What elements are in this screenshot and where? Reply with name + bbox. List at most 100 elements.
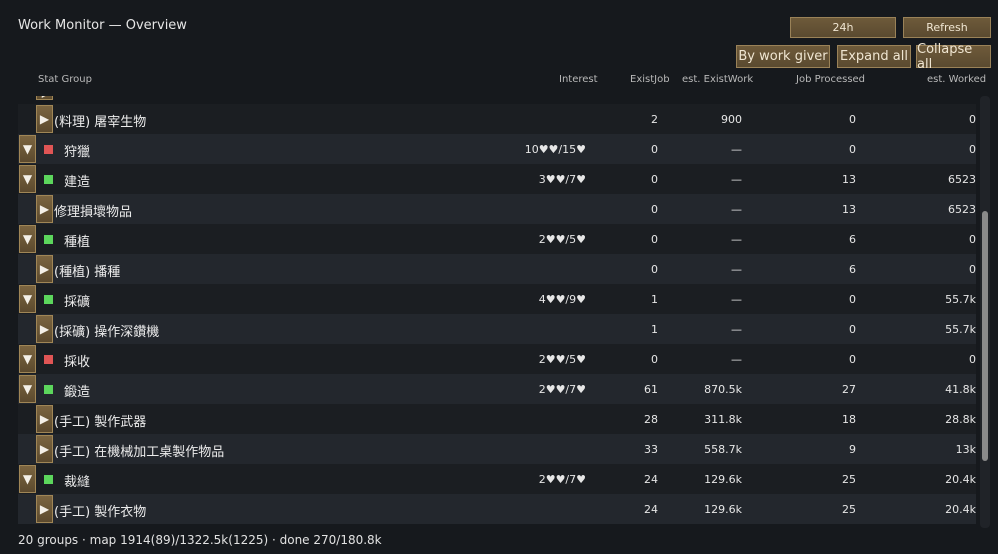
- group-row[interactable]: ▼ 種植 2♥♥/5♥ 0 — 6 0: [18, 224, 976, 254]
- header-est-worked[interactable]: est. Worked: [927, 74, 986, 85]
- processed-value: 0: [849, 353, 856, 366]
- stat-table: ▶ ▶(料理) 屠宰生物290000▼狩獵10♥♥/15♥0—00▼建造3♥♥/…: [18, 96, 976, 528]
- expand-toggle[interactable]: ▶: [36, 435, 53, 463]
- collapse-toggle[interactable]: ▼: [19, 465, 36, 493]
- expand-toggle[interactable]: ▶: [36, 105, 53, 133]
- existjob-value: 0: [651, 143, 658, 156]
- existjob-value: 24: [644, 473, 658, 486]
- existjob-value: 33: [644, 443, 658, 456]
- existjob-value: 0: [651, 353, 658, 366]
- existjob-value: 24: [644, 503, 658, 516]
- expand-toggle[interactable]: ▶: [36, 405, 53, 433]
- expand-toggle[interactable]: ▶: [36, 315, 53, 343]
- partial-expand-toggle[interactable]: ▶: [36, 96, 53, 100]
- existjob-value: 0: [651, 233, 658, 246]
- group-name: 建造: [64, 175, 91, 190]
- collapse-toggle[interactable]: ▼: [19, 375, 36, 403]
- header-existjob[interactable]: ExistJob: [630, 74, 670, 85]
- collapse-toggle[interactable]: ▼: [19, 345, 36, 373]
- worked-value: 41.8k: [945, 383, 976, 396]
- child-name: (料理) 屠宰生物: [54, 115, 147, 130]
- expand-all-button[interactable]: Expand all: [837, 45, 911, 68]
- processed-value: 13: [842, 173, 856, 186]
- refresh-button[interactable]: Refresh: [903, 17, 991, 38]
- interest-value: 4♥♥/9♥: [538, 293, 586, 306]
- worked-value: 0: [969, 353, 976, 366]
- child-row[interactable]: ▶ (手工) 製作衣物 24 129.6k 25 20.4k: [18, 494, 976, 524]
- worked-value: 0: [969, 263, 976, 276]
- existjob-value: 61: [644, 383, 658, 396]
- group-name: 採礦: [64, 295, 91, 310]
- child-name: (手工) 在機械加工桌製作物品: [54, 445, 225, 460]
- existwork-value: 900: [721, 113, 742, 126]
- processed-value: 0: [849, 113, 856, 126]
- existjob-value: 0: [651, 173, 658, 186]
- existwork-value: —: [731, 293, 742, 306]
- worked-value: 0: [969, 143, 976, 156]
- interest-value: 2♥♥/5♥: [538, 233, 586, 246]
- scrollbar[interactable]: [980, 96, 990, 528]
- expand-toggle[interactable]: ▶: [36, 255, 53, 283]
- processed-value: 9: [849, 443, 856, 456]
- scrollbar-thumb[interactable]: [982, 211, 988, 461]
- status-indicator: [44, 355, 53, 364]
- status-indicator: [44, 145, 53, 154]
- child-row[interactable]: ▶ 修理損壞物品 0 — 13 6523: [18, 194, 976, 224]
- existwork-value: —: [731, 263, 742, 276]
- existjob-value: 0: [651, 203, 658, 216]
- existwork-value: —: [731, 143, 742, 156]
- child-row[interactable]: ▶ (手工) 在機械加工桌製作物品 33 558.7k 9 13k: [18, 434, 976, 464]
- period-button[interactable]: 24h: [790, 17, 896, 38]
- existwork-value: —: [731, 233, 742, 246]
- child-row[interactable]: ▶ (料理) 屠宰生物 2 900 0 0: [18, 104, 976, 134]
- processed-value: 25: [842, 503, 856, 516]
- processed-value: 6: [849, 263, 856, 276]
- header-stat-group[interactable]: Stat Group: [38, 74, 92, 85]
- existjob-value: 2: [651, 113, 658, 126]
- expand-toggle[interactable]: ▶: [36, 495, 53, 523]
- existjob-value: 1: [651, 293, 658, 306]
- child-name: (手工) 製作武器: [54, 415, 147, 430]
- child-row[interactable]: ▶ (採礦) 操作深鑽機 1 — 0 55.7k: [18, 314, 976, 344]
- existwork-value: 558.7k: [704, 443, 742, 456]
- status-indicator: [44, 175, 53, 184]
- child-name: 修理損壞物品: [54, 205, 133, 220]
- existwork-value: —: [731, 173, 742, 186]
- collapse-all-button[interactable]: Collapse all: [916, 42, 991, 72]
- header-interest[interactable]: Interest: [559, 74, 598, 85]
- processed-value: 0: [849, 143, 856, 156]
- child-row[interactable]: ▶ (種植) 播種 0 — 6 0: [18, 254, 976, 284]
- collapse-toggle[interactable]: ▼: [19, 285, 36, 313]
- worked-value: 6523: [948, 173, 976, 186]
- collapse-toggle[interactable]: ▼: [19, 135, 36, 163]
- processed-value: 27: [842, 383, 856, 396]
- by-work-giver-button[interactable]: By work giver: [736, 45, 830, 68]
- collapse-toggle[interactable]: ▼: [19, 165, 36, 193]
- expand-toggle[interactable]: ▶: [36, 195, 53, 223]
- group-name: 狩獵: [64, 145, 91, 160]
- group-row[interactable]: ▼ 鍛造 2♥♥/7♥ 61 870.5k 27 41.8k: [18, 374, 976, 404]
- group-name: 採收: [64, 355, 91, 370]
- group-row[interactable]: ▼ 裁縫 2♥♥/7♥ 24 129.6k 25 20.4k: [18, 464, 976, 494]
- worked-value: 6523: [948, 203, 976, 216]
- header-job-processed[interactable]: Job Processed: [796, 74, 865, 85]
- status-indicator: [44, 295, 53, 304]
- interest-value: 2♥♥/7♥: [538, 473, 586, 486]
- group-row[interactable]: ▼ 建造 3♥♥/7♥ 0 — 13 6523: [18, 164, 976, 194]
- existwork-value: —: [731, 203, 742, 216]
- child-name: (採礦) 操作深鑽機: [54, 325, 160, 340]
- group-row[interactable]: ▼ 狩獵 10♥♥/15♥ 0 — 0 0: [18, 134, 976, 164]
- status-indicator: [44, 235, 53, 244]
- group-row[interactable]: ▼ 採收 2♥♥/5♥ 0 — 0 0: [18, 344, 976, 374]
- processed-value: 13: [842, 203, 856, 216]
- collapse-toggle[interactable]: ▼: [19, 225, 36, 253]
- window-title: Work Monitor — Overview: [18, 18, 187, 33]
- status-indicator: [44, 385, 53, 394]
- child-row[interactable]: ▶ (手工) 製作武器 28 311.8k 18 28.8k: [18, 404, 976, 434]
- group-row[interactable]: ▼ 採礦 4♥♥/9♥ 1 — 0 55.7k: [18, 284, 976, 314]
- existwork-value: —: [731, 323, 742, 336]
- header-est-existwork[interactable]: est. ExistWork: [682, 74, 753, 85]
- worked-value: 55.7k: [945, 323, 976, 336]
- group-name: 裁縫: [64, 475, 91, 490]
- status-footer: 20 groups · map 1914(89)/1322.5k(1225) ·…: [18, 533, 382, 547]
